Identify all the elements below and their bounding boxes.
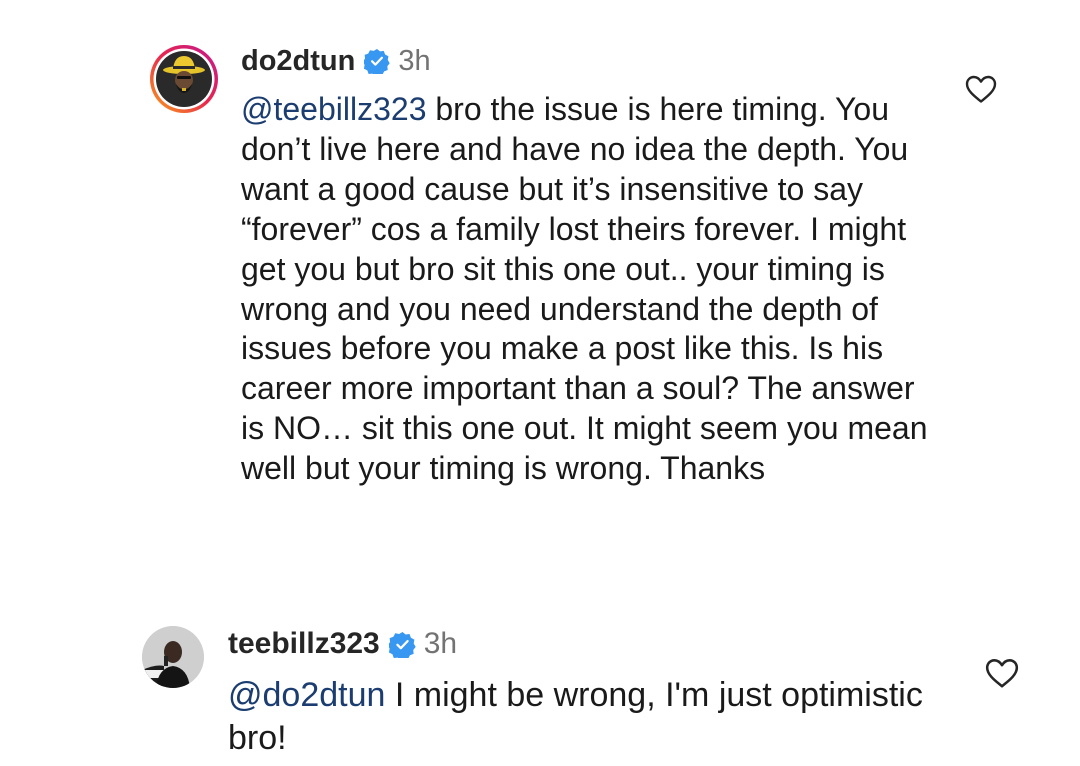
like-button[interactable] (984, 657, 1020, 689)
timestamp: 3h (423, 627, 458, 660)
mention-link[interactable]: @do2dtun (228, 676, 385, 714)
avatar-photo (142, 626, 204, 688)
verified-badge-icon (388, 631, 416, 658)
timestamp: 3h (398, 44, 431, 77)
username[interactable]: do2dtun (241, 45, 355, 78)
comment-text: @teebillz323 bro the issue is here timin… (241, 90, 941, 489)
avatar-story-ring (150, 45, 218, 113)
comment-body: bro the issue is here timing. You don’t … (241, 91, 928, 487)
mention-link[interactable]: @teebillz323 (241, 91, 426, 127)
verified-badge-icon (364, 48, 391, 74)
heart-outline-icon (965, 75, 997, 103)
avatar[interactable] (149, 44, 219, 114)
heart-outline-icon (985, 659, 1019, 688)
comment-header: teebillz323 3h (228, 624, 457, 664)
like-button[interactable] (964, 74, 998, 104)
comment-header: do2dtun 3h (241, 42, 431, 80)
username[interactable]: teebillz323 (228, 627, 380, 661)
comment-text: @do2dtun I might be wrong, I'm just opti… (228, 674, 948, 760)
avatar[interactable] (142, 626, 204, 688)
